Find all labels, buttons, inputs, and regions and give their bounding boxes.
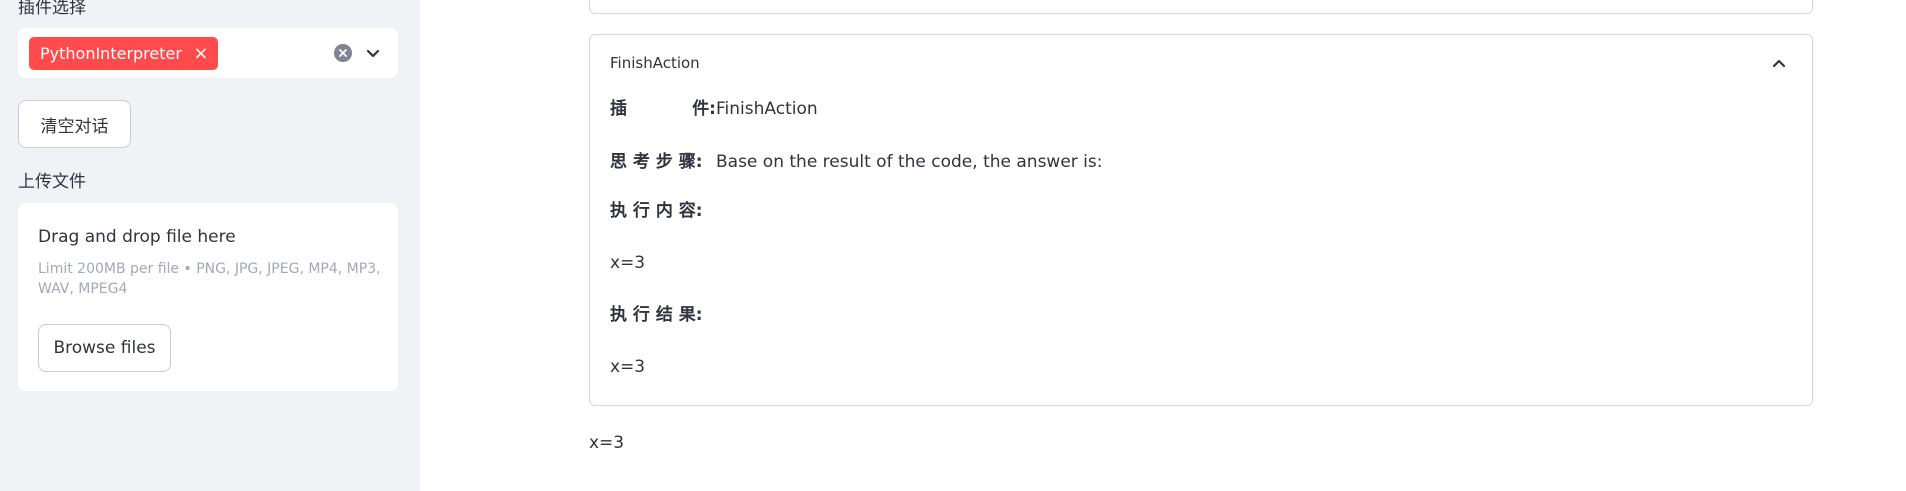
browse-files-button[interactable]: Browse files [38, 324, 171, 372]
chevron-up-icon[interactable] [1770, 55, 1788, 73]
result-row: 执 行 结 果: [610, 305, 716, 325]
thought-row: 思 考 步 骤: Base on the result of the code,… [610, 152, 1103, 172]
expander-header[interactable]: FinishAction [590, 35, 1812, 95]
plugin-value: FinishAction [716, 99, 818, 119]
plugin-key-part2: 件: [692, 99, 716, 119]
expander-title: FinishAction [610, 54, 700, 72]
exec-value: x=3 [610, 253, 646, 273]
plugin-key-part1: 插 [610, 99, 627, 119]
plugin-multiselect[interactable]: PythonInterpreter × [18, 28, 398, 78]
plugin-select-label: 插件选择 [18, 0, 86, 18]
final-answer-text: x=3 [589, 433, 625, 453]
exec-row: 执 行 内 容: [610, 201, 716, 221]
dropzone-title: Drag and drop file here [38, 227, 236, 247]
plugin-tag-label: PythonInterpreter [40, 44, 182, 63]
chevron-down-icon[interactable] [364, 44, 382, 62]
finish-action-expander: FinishAction 插 件: FinishAction 思 考 步 骤: … [589, 34, 1813, 406]
clear-chat-button[interactable]: 清空对话 [18, 100, 131, 148]
clear-icon[interactable] [334, 44, 352, 62]
upload-label: 上传文件 [18, 172, 86, 192]
file-uploader-dropzone[interactable]: Drag and drop file here Limit 200MB per … [18, 203, 398, 391]
result-value: x=3 [610, 357, 646, 377]
tag-remove-icon[interactable]: × [190, 37, 212, 70]
dropzone-limit-text: Limit 200MB per file • PNG, JPG, JPEG, M… [38, 261, 381, 297]
thought-value: Base on the result of the code, the answ… [716, 152, 1103, 172]
sidebar: 插件选择 PythonInterpreter × 清空对话 上传文件 Drag … [0, 0, 420, 491]
plugin-key: 插 件: [610, 99, 716, 119]
previous-expander [589, 0, 1813, 14]
thought-key: 思 考 步 骤: [610, 152, 703, 172]
result-key: 执 行 结 果: [610, 305, 703, 325]
plugin-tag: PythonInterpreter × [29, 37, 218, 70]
exec-key: 执 行 内 容: [610, 201, 703, 221]
plugin-row: 插 件: FinishAction [610, 99, 818, 119]
